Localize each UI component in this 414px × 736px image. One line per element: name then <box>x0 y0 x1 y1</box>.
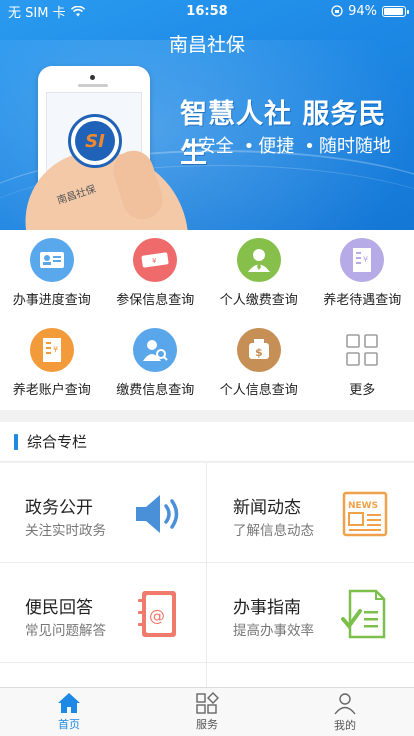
checklist-icon <box>341 589 386 639</box>
service-personal-info[interactable]: $ 个人信息查询 <box>207 320 311 410</box>
card-title: 办事指南 <box>233 598 301 618</box>
tab-label: 服务 <box>196 718 218 731</box>
service-payment-query[interactable]: 个人缴费查询 <box>207 230 311 320</box>
svg-text:NEWS: NEWS <box>348 501 378 511</box>
home-icon <box>58 693 80 713</box>
card-faq[interactable]: 便民回答 常见问题解答 @ <box>0 563 207 663</box>
service-label: 参保信息查询 <box>116 293 195 308</box>
services-icon <box>196 692 219 714</box>
service-pension-query[interactable]: ¥ 养老待遇查询 <box>311 230 414 320</box>
battery-fill <box>384 7 403 15</box>
card-title: 政务公开 <box>25 498 93 518</box>
app-screen: 无 SIM 卡 16:58 94% 南昌社保 SI 南昌社保 智慧人社 服务民生… <box>0 0 414 736</box>
card-partial <box>207 663 414 687</box>
profile-icon <box>334 693 356 715</box>
service-label: 养老待遇查询 <box>323 293 402 308</box>
service-insurance-query[interactable]: ¥ 参保信息查询 <box>104 230 208 320</box>
tab-profile[interactable]: 我的 <box>276 688 414 736</box>
speaker-icon <box>136 495 179 533</box>
card-partial <box>0 663 207 687</box>
svg-text:$: $ <box>255 346 263 359</box>
status-time: 16:58 <box>186 3 228 19</box>
ticket-icon: ¥ <box>133 238 178 282</box>
orientation-lock-icon <box>331 5 343 17</box>
service-more[interactable]: 更多 <box>311 320 414 410</box>
person-icon <box>236 238 281 282</box>
svg-text:¥: ¥ <box>152 257 157 265</box>
address-book-icon: @ <box>138 591 176 637</box>
banner-tag: • 安全 <box>183 136 234 157</box>
card-subtitle: 了解信息动态 <box>233 523 314 539</box>
service-grid: 办事进度查询 ¥ 参保信息查询 个人缴费查询 ¥ 养老待遇查询 ¥ 养老账户查询 <box>0 230 414 410</box>
service-pension-account[interactable]: ¥ 养老账户查询 <box>0 320 104 410</box>
card-government-affairs[interactable]: 政务公开 关注实时政务 <box>0 463 207 563</box>
banner-slogan: 智慧人社 服务民生 <box>180 99 387 169</box>
user-search-icon <box>133 328 178 372</box>
wifi-icon <box>70 5 85 16</box>
service-progress-query[interactable]: 办事进度查询 <box>0 230 104 320</box>
status-bar: 无 SIM 卡 16:58 94% <box>0 0 414 22</box>
card-news[interactable]: 新闻动态 了解信息动态 NEWS <box>207 463 414 563</box>
tab-label: 我的 <box>334 719 356 732</box>
tab-bar: 首页 服务 我的 <box>0 687 414 736</box>
svg-text:¥: ¥ <box>53 345 58 354</box>
service-label: 个人信息查询 <box>219 383 298 398</box>
si-logo: SI <box>68 114 122 168</box>
feature-cards: 政务公开 关注实时政务 新闻动态 了解信息动态 NEWS 便民回答 常见问题解答 <box>0 463 414 687</box>
section-title: 综合专栏 <box>27 433 88 451</box>
service-label: 更多 <box>349 383 376 398</box>
tab-services[interactable]: 服务 <box>138 688 276 736</box>
banner-tag: • 随时随地 <box>304 136 391 157</box>
battery-icon <box>382 5 409 17</box>
money-bag-icon: $ <box>236 328 281 372</box>
tab-home[interactable]: 首页 <box>0 688 138 736</box>
card-guide[interactable]: 办事指南 提高办事效率 <box>207 563 414 663</box>
banner[interactable]: 无 SIM 卡 16:58 94% 南昌社保 SI 南昌社保 智慧人社 服务民生… <box>0 0 414 230</box>
carrier-label: 无 SIM 卡 <box>8 5 66 21</box>
card-title: 便民回答 <box>25 598 93 618</box>
svg-text:@: @ <box>149 606 165 625</box>
account-book-icon: ¥ <box>29 328 74 372</box>
banner-tags: • 安全 • 便捷 • 随时随地 <box>183 132 391 158</box>
service-label: 个人缴费查询 <box>219 293 298 308</box>
service-label: 办事进度查询 <box>12 293 91 308</box>
newspaper-icon: NEWS <box>342 491 388 537</box>
banner-tag: • 便捷 <box>243 136 295 157</box>
page-title: 南昌社保 <box>168 34 245 56</box>
receipt-icon: ¥ <box>340 238 385 282</box>
card-title: 新闻动态 <box>233 498 301 518</box>
tab-label: 首页 <box>58 718 80 731</box>
card-subtitle: 提高办事效率 <box>233 623 314 639</box>
service-label: 缴费信息查询 <box>116 383 195 398</box>
service-contribution-info[interactable]: 缴费信息查询 <box>104 320 208 410</box>
battery-percent: 94% <box>348 3 377 19</box>
svg-text:¥: ¥ <box>363 255 368 264</box>
card-subtitle: 关注实时政务 <box>25 523 106 539</box>
section-header: 综合专栏 <box>0 422 414 462</box>
service-label: 养老账户查询 <box>12 383 91 398</box>
section-accent-bar <box>14 433 18 450</box>
card-subtitle: 常见问题解答 <box>25 623 106 639</box>
id-card-icon <box>29 238 74 282</box>
grid-icon <box>340 328 384 372</box>
